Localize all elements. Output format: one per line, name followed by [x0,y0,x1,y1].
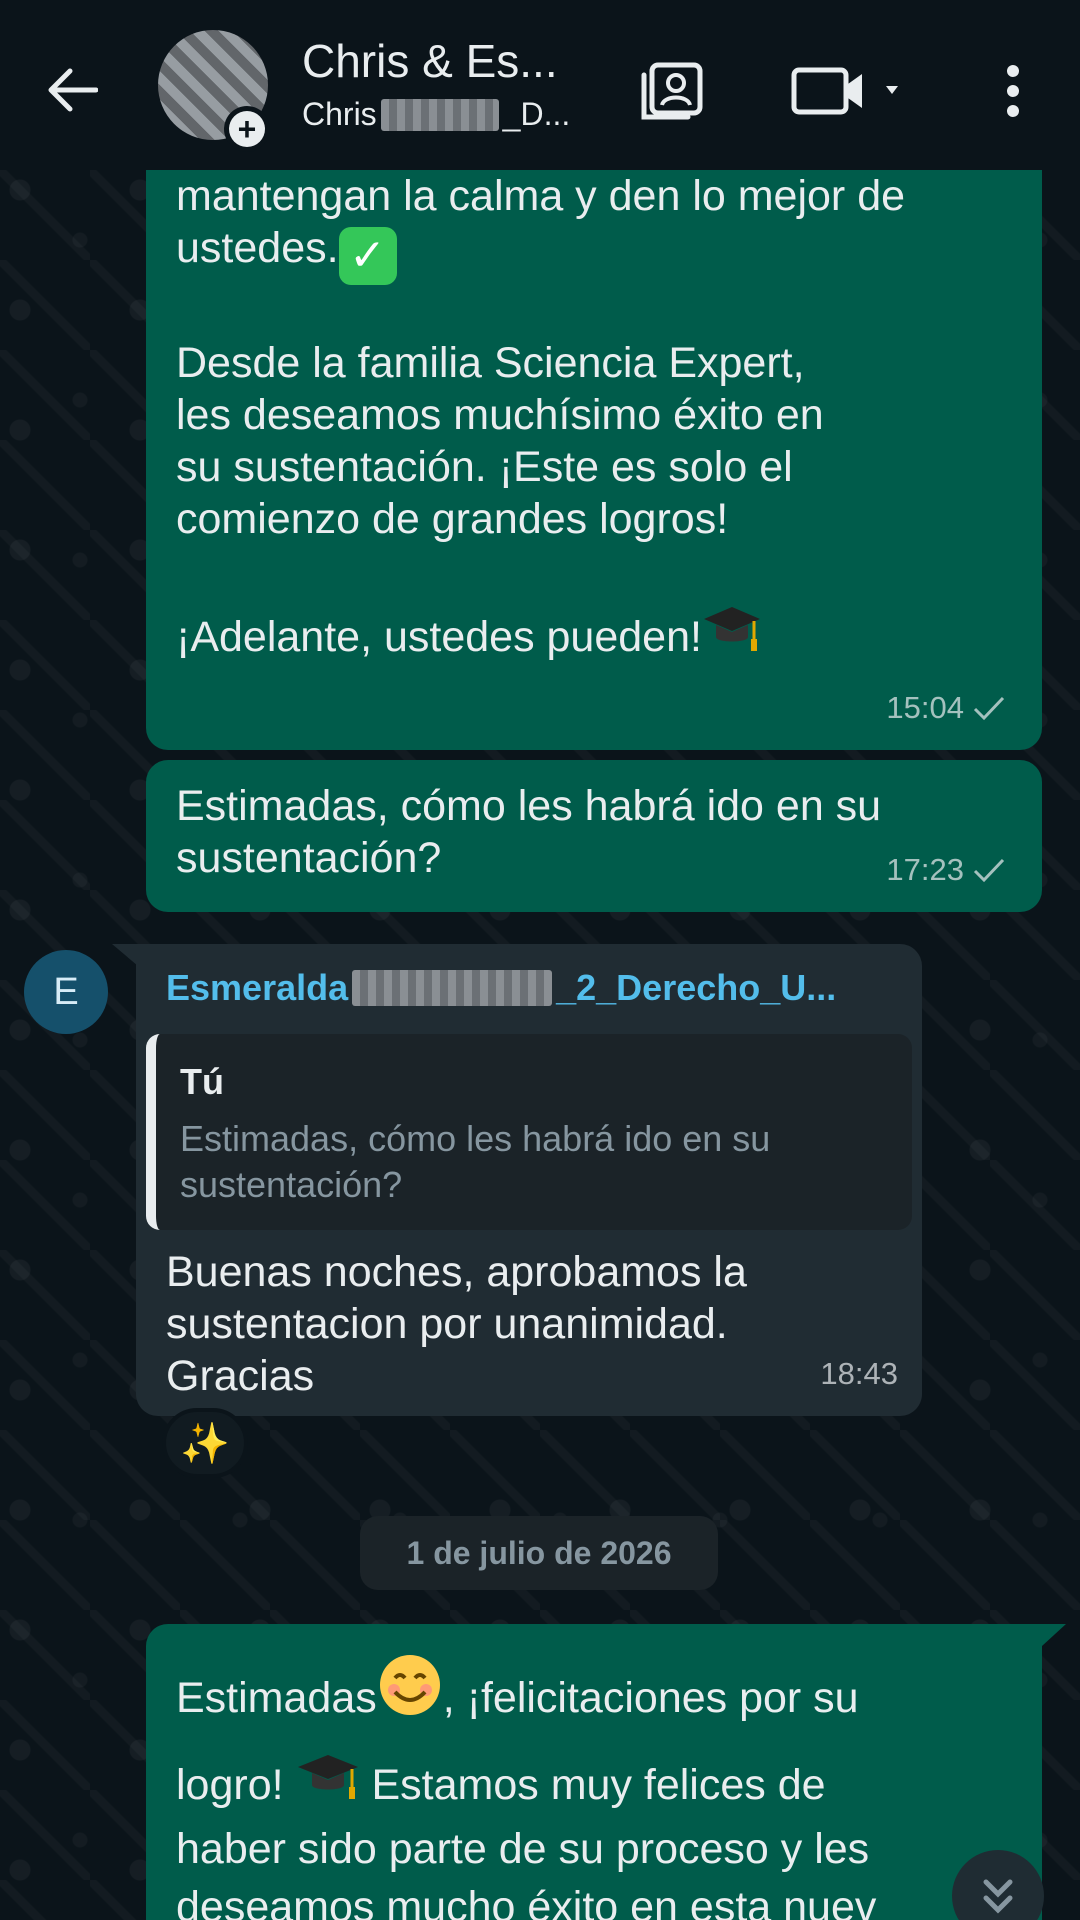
message-line: Estimadas , ¡felicitaciones por su [176,1652,1012,1733]
chat-subtitle: Chris _D... [302,96,602,133]
message-time: 18:43 [820,1356,898,1391]
message-line: logro! Estamos muy felices de [176,1745,1012,1820]
message-meta: 18:43 [820,1348,898,1400]
subtitle-suffix: _D... [502,96,571,132]
check-mark-emoji-icon: ✓ [338,227,397,285]
text-segment: Estamos muy felices de [371,1761,826,1809]
message-line: Desde la familia Sciencia Expert, [176,339,805,387]
outgoing-message[interactable]: Estimadas, cómo les habrá ido en su sust… [146,760,1042,912]
date-separator: 1 de julio de 2026 [360,1516,718,1590]
sender-avatar[interactable]: E [24,950,108,1034]
message-text: Buenas noches, aprobamos la sustentacion… [166,1248,747,1400]
outgoing-message[interactable]: mantengan la calma y den lo mejor de ust… [146,150,1042,750]
message-time: 17:23 [886,852,964,887]
sender-name-prefix: Esmeralda [166,967,349,1008]
message-line: les deseamos muchísimo éxito en [176,391,824,439]
message-line: mantengan la calma y den lo mejor de [176,172,906,220]
double-chevron-down-icon [983,1879,1013,1914]
incoming-message[interactable]: Esmeralda _2_Derecho_U... Tú Estimadas, … [136,944,922,1416]
chat-header: + Chris & Es... Chris _D... [0,0,1080,170]
sparkles-reaction[interactable]: ✨ [162,1408,248,1478]
message-line: deseamos mucho éxito en esta nuev [176,1883,877,1920]
message-text: mantengan la calma y den lo mejor de ust… [176,170,1012,669]
message-line: ustedes. [176,224,339,272]
graduation-cap-emoji-icon [296,1745,360,1820]
outgoing-message[interactable]: Estimadas , ¡felicitaciones por su logro!… [146,1624,1042,1920]
message-meta: 17:23 [886,844,1006,896]
message-text: Estimadas , ¡felicitaciones por su logro!… [176,1652,1012,1920]
sent-check-icon [973,696,1005,721]
message-line: comienzo de grandes logros! [176,495,729,543]
redacted-block [352,970,553,1006]
message-time: 15:04 [886,690,964,725]
add-icon[interactable]: + [224,106,270,152]
chat-title: Chris & Es... [302,35,558,87]
redacted-block [380,98,499,131]
text-segment: logro! [176,1761,284,1809]
video-call-icon[interactable] [790,62,910,120]
back-arrow-icon[interactable] [42,60,102,120]
message-line: ¡Adelante, ustedes pueden! [176,613,702,661]
text-segment: Estimadas [176,1674,377,1722]
quoted-message[interactable]: Tú Estimadas, cómo les habrá ido en su s… [146,1034,912,1230]
quote-text: Estimadas, cómo les habrá ido en su sust… [180,1118,771,1205]
sent-check-icon [973,858,1005,883]
bubble-tail [1042,1624,1066,1646]
sender-name-suffix: _2_Derecho_U... [556,967,837,1008]
quote-author: Tú [180,1061,224,1102]
bubble-tail [112,944,138,966]
smiling-face-emoji-icon [377,1652,443,1733]
text-segment: , ¡felicitaciones por su [442,1674,859,1722]
graduation-cap-emoji-icon [702,597,762,669]
more-options-icon[interactable] [990,58,1036,124]
sender-name[interactable]: Esmeralda _2_Derecho_U... [166,962,892,1014]
contact-card-icon[interactable] [636,58,708,126]
chat-title-block[interactable]: Chris & Es... Chris _D... [302,34,602,133]
message-line: su sustentación. ¡Este es solo el [176,443,793,491]
message-line: haber sido parte de su proceso y les [176,1825,870,1873]
message-meta: 15:04 [886,682,1006,734]
subtitle-prefix: Chris [302,96,377,132]
